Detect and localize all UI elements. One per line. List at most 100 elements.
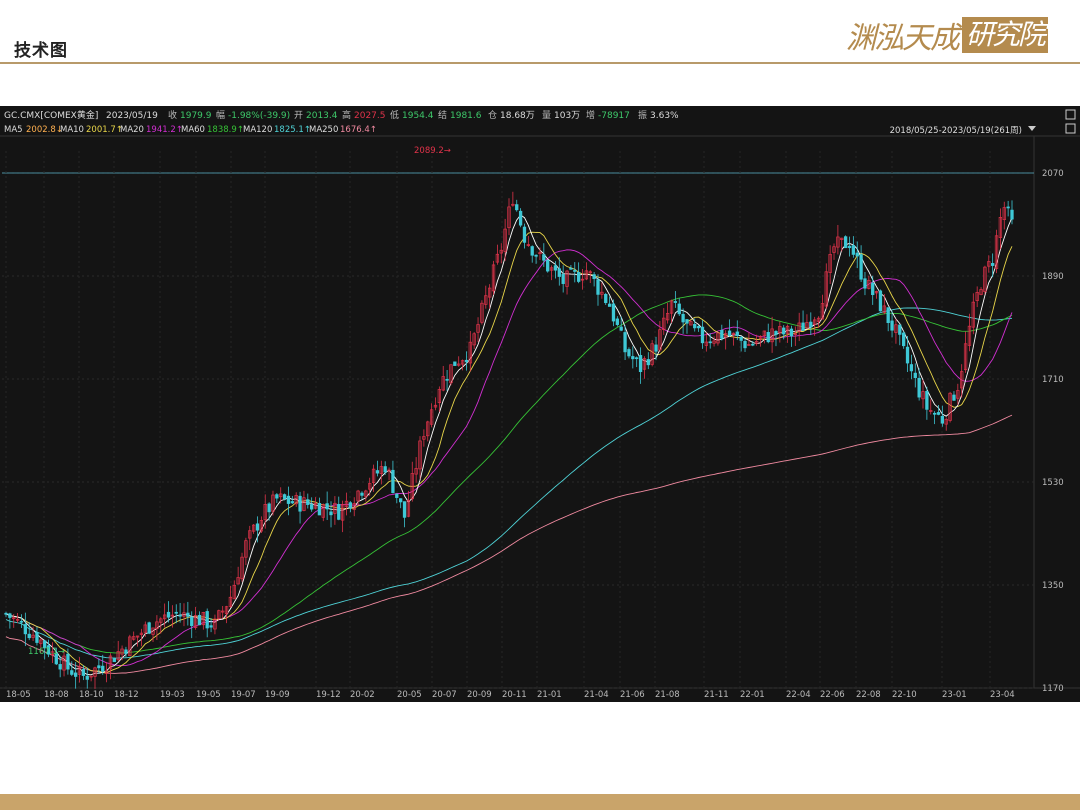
candle-body (112, 658, 116, 662)
candle-body (855, 252, 859, 257)
info-amp: 3.63% (650, 111, 679, 121)
info-amp-label: 振 (638, 109, 647, 121)
candle-body (631, 356, 635, 360)
candle-body (101, 665, 105, 672)
candle-body (178, 614, 182, 617)
candle-body (97, 665, 101, 669)
x-tick-label: 19-05 (196, 690, 221, 700)
candle-body (1006, 206, 1010, 209)
x-tick-label: 20-09 (467, 690, 492, 700)
candle-body (623, 332, 627, 353)
candle-body (890, 320, 894, 331)
info-oi: 18.68万 (500, 111, 535, 121)
candle-body (73, 672, 78, 677)
y-tick-label: 1350 (1042, 581, 1064, 591)
candle-body (402, 501, 407, 518)
ma20-value: 1941.2↑ (146, 125, 183, 135)
candle-body (774, 331, 778, 335)
candle-body (696, 326, 701, 329)
candle-body (739, 336, 743, 341)
ma-bar: MA5 2002.8↓ MA10 2001.7↑ MA20 1941.2↑ MA… (4, 125, 377, 135)
info-inc-label: 增 (586, 109, 595, 121)
candle-body (638, 355, 643, 373)
candle-body (329, 511, 333, 516)
info-settle-label: 结 (438, 109, 447, 121)
candle-body (85, 675, 89, 680)
x-tick-label: 19-09 (265, 690, 290, 700)
candle-body (851, 245, 856, 255)
info-close-label: 收 (168, 109, 177, 121)
info-bar: GC.CMX[COMEX黄金] 2023/05/19 收 1979.9 幅 -1… (4, 109, 679, 121)
footer-bar (0, 794, 1080, 810)
candle-body (518, 210, 523, 226)
candle-body (991, 263, 995, 266)
x-tick-label: 18-05 (6, 690, 31, 700)
candle-body (847, 245, 852, 249)
candle-body (530, 246, 534, 256)
candle-body (534, 254, 538, 257)
candle-body (360, 492, 364, 496)
y-tick-label: 1530 (1042, 478, 1064, 488)
candle-body (27, 633, 31, 639)
info-settle: 1981.6 (450, 111, 482, 121)
candle-body (197, 614, 202, 626)
info-high-label: 高 (342, 109, 351, 121)
candle-body (700, 326, 705, 344)
x-tick-label: 22-04 (786, 690, 811, 700)
candle-body (843, 236, 848, 249)
candle-body (445, 378, 449, 381)
info-vol: 103万 (554, 111, 580, 121)
info-low: 1954.4 (402, 111, 434, 121)
candle-body (898, 324, 902, 335)
candle-body (913, 372, 917, 378)
candle-body (186, 612, 190, 617)
candle-body (917, 377, 921, 398)
ma120-label: MA120 (243, 125, 272, 135)
candle-body (8, 613, 12, 618)
candle-body (932, 412, 937, 415)
candle-body (515, 204, 519, 211)
candle-body (522, 226, 527, 243)
candle-body (708, 341, 712, 344)
x-tick-label: 18-10 (79, 690, 104, 700)
candle-body (871, 282, 875, 296)
high-annotation: 2089.2→ (414, 146, 451, 156)
candle-body (693, 324, 697, 329)
candle-body (557, 268, 561, 277)
candle-body (464, 359, 469, 363)
candle-body (383, 466, 387, 473)
x-tick-label: 21-08 (655, 690, 680, 700)
candle-body (70, 670, 74, 675)
ma250-label: MA250 (309, 125, 338, 135)
candle-body (902, 332, 906, 347)
candle-body (282, 494, 287, 499)
candle-body (909, 364, 914, 372)
x-tick-label: 21-01 (537, 690, 562, 700)
x-tick-label: 22-01 (740, 690, 765, 700)
x-tick-label: 21-06 (620, 690, 645, 700)
y-tick-label: 2070 (1042, 169, 1064, 179)
candle-body (801, 322, 805, 331)
candle-body (546, 259, 550, 272)
candle-body (4, 612, 8, 615)
ma10-value: 2001.7↑ (86, 125, 123, 135)
candle-body (395, 493, 399, 498)
candle-body (743, 340, 747, 349)
ma10-label: MA10 (60, 125, 84, 135)
candle-body (925, 390, 929, 410)
candle-body (337, 504, 341, 520)
candle-body (348, 502, 353, 509)
candle-body (286, 495, 291, 504)
x-tick-label: 22-08 (856, 690, 881, 700)
candlestick-chart: GC.CMX[COMEX黄金] 2023/05/19 收 1979.9 幅 -1… (0, 106, 1080, 702)
info-oi-label: 仓 (488, 109, 497, 121)
candle-body (673, 301, 678, 303)
candle-body (952, 394, 956, 401)
candle-body (727, 330, 732, 336)
x-tick-label: 21-04 (584, 690, 609, 700)
info-change-label: 幅 (216, 109, 225, 121)
candle-body (553, 265, 558, 271)
candle-body (453, 361, 457, 366)
candle-body (58, 664, 62, 670)
candle-body (940, 415, 945, 424)
